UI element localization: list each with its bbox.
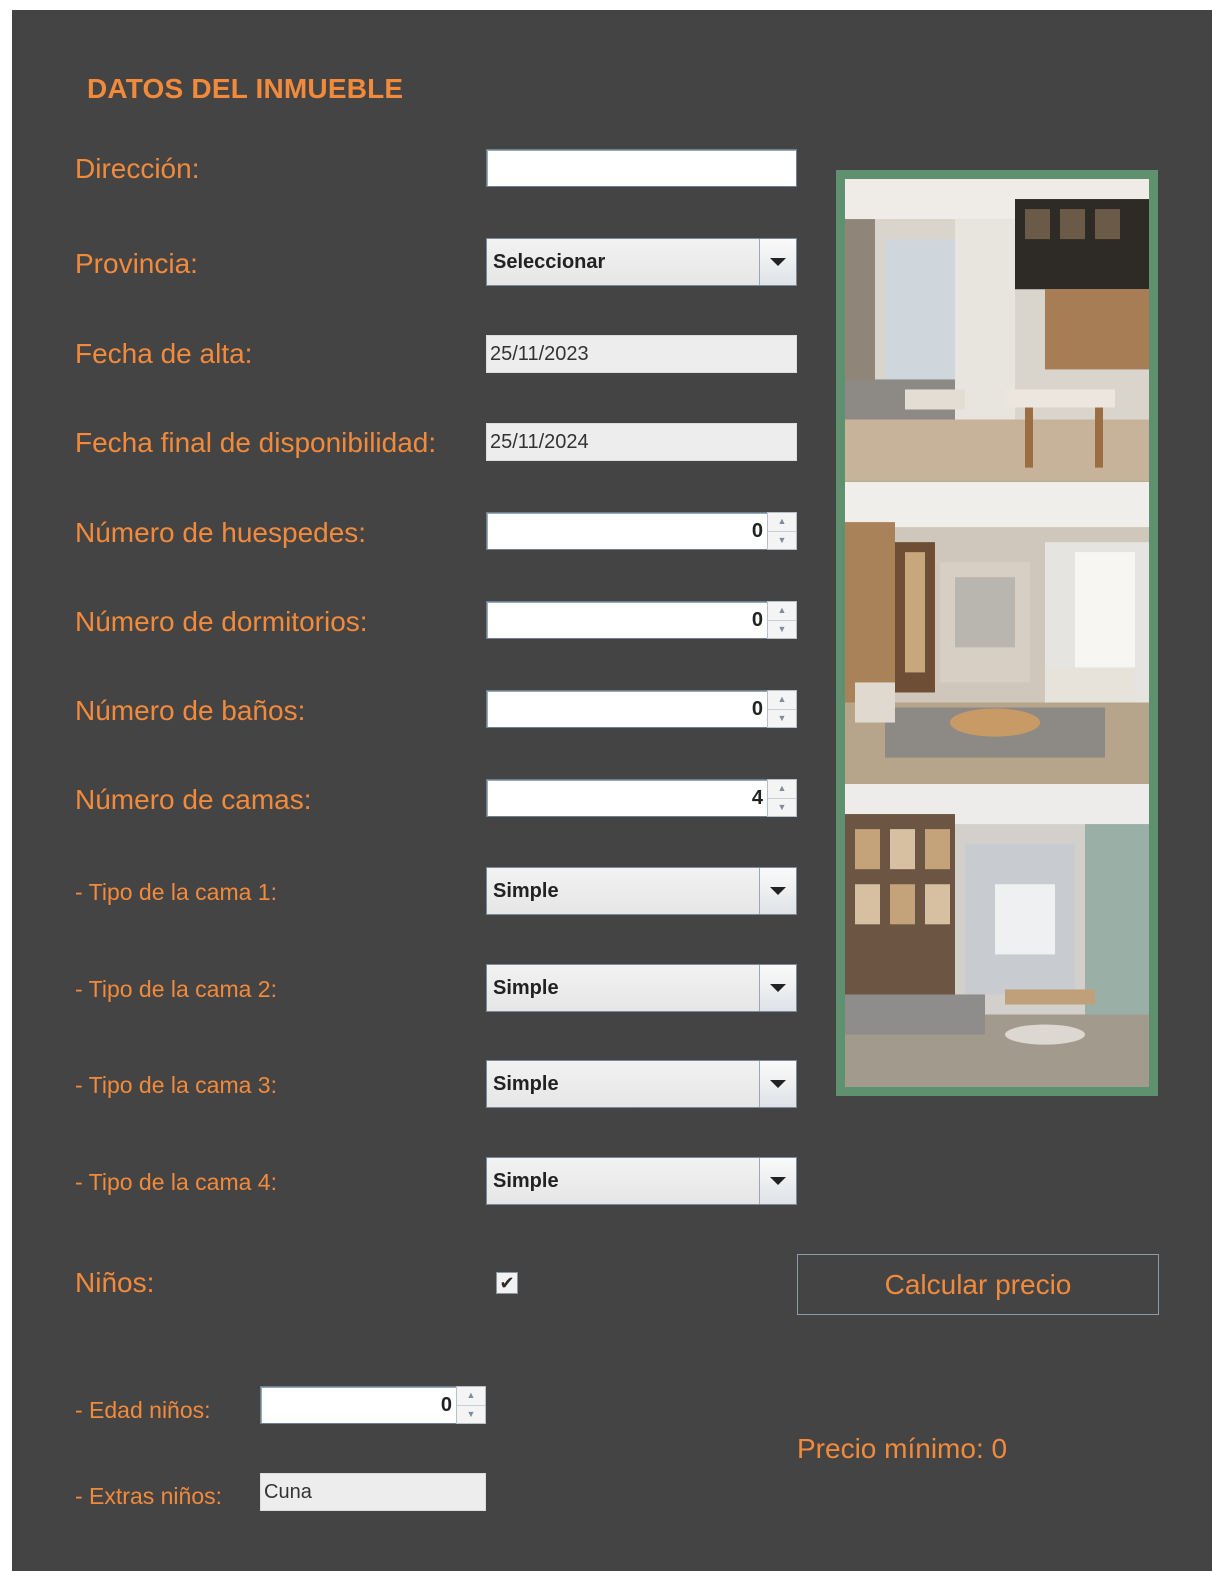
spinner-down-icon[interactable]: ▼ xyxy=(768,797,796,817)
edad-ninos-spinner[interactable]: 0 ▲ ▼ xyxy=(260,1386,486,1424)
spinner-up-icon[interactable]: ▲ xyxy=(768,691,796,709)
huespedes-spinner[interactable]: 0 ▲ ▼ xyxy=(486,512,797,550)
direccion-label: Dirección: xyxy=(75,153,200,184)
provincia-label: Provincia: xyxy=(75,248,198,279)
interior-photo-1 xyxy=(845,179,1149,482)
precio-minimo: Precio mínimo: 0 xyxy=(797,1433,1008,1464)
chevron-down-icon[interactable] xyxy=(759,1061,796,1107)
dormitorios-label: Número de dormitorios: xyxy=(75,606,368,637)
ninos-checkbox[interactable]: ✔ xyxy=(496,1272,518,1294)
huespedes-label: Número de huespedes: xyxy=(75,517,367,548)
spinner-up-icon[interactable]: ▲ xyxy=(768,602,796,620)
banos-spinner[interactable]: 0 ▲ ▼ xyxy=(486,690,797,728)
chevron-down-icon[interactable] xyxy=(759,1158,796,1204)
check-icon: ✔ xyxy=(499,1273,515,1293)
spinner-down-icon[interactable]: ▼ xyxy=(768,708,796,728)
tipo-cama-2-value: Simple xyxy=(487,965,759,1011)
section-title: DATOS DEL INMUEBLE xyxy=(87,73,404,104)
form-panel: DATOS DEL INMUEBLE Dirección: Provincia:… xyxy=(12,10,1212,1571)
tipo-cama-3-label: - Tipo de la cama 3: xyxy=(75,1072,277,1098)
chevron-down-icon[interactable] xyxy=(759,868,796,914)
spinner-down-icon[interactable]: ▼ xyxy=(768,619,796,639)
tipo-cama-4-select[interactable]: Simple xyxy=(486,1157,797,1205)
interior-photo-2 xyxy=(845,481,1149,785)
spinner-down-icon[interactable]: ▼ xyxy=(457,1404,485,1424)
camas-spinner[interactable]: 4 ▲ ▼ xyxy=(486,779,797,817)
spinner-up-icon[interactable]: ▲ xyxy=(768,513,796,531)
fecha-final-field[interactable]: 25/11/2024 xyxy=(486,423,797,461)
fecha-alta-field[interactable]: 25/11/2023 xyxy=(486,335,797,373)
edad-ninos-value[interactable]: 0 xyxy=(260,1386,456,1424)
tipo-cama-2-label: - Tipo de la cama 2: xyxy=(75,976,277,1002)
interior-photo-3 xyxy=(845,784,1149,1088)
spinner-up-icon[interactable]: ▲ xyxy=(457,1387,485,1405)
extras-ninos-field[interactable]: Cuna xyxy=(260,1473,486,1511)
tipo-cama-2-select[interactable]: Simple xyxy=(486,964,797,1012)
chevron-down-icon[interactable] xyxy=(759,965,796,1011)
chevron-down-icon[interactable] xyxy=(759,239,796,285)
property-image-gallery xyxy=(836,170,1158,1096)
direccion-input[interactable] xyxy=(486,149,797,187)
tipo-cama-1-value: Simple xyxy=(487,868,759,914)
camas-value[interactable]: 4 xyxy=(486,779,767,817)
dormitorios-value[interactable]: 0 xyxy=(486,601,767,639)
calcular-precio-button[interactable]: Calcular precio xyxy=(797,1254,1159,1315)
provincia-selected-value: Seleccionar xyxy=(487,239,759,285)
huespedes-value[interactable]: 0 xyxy=(486,512,767,550)
fecha-final-label: Fecha final de disponibilidad: xyxy=(75,427,437,458)
tipo-cama-1-select[interactable]: Simple xyxy=(486,867,797,915)
tipo-cama-3-value: Simple xyxy=(487,1061,759,1107)
extras-ninos-label: - Extras niños: xyxy=(75,1483,222,1509)
camas-label: Número de camas: xyxy=(75,784,312,815)
tipo-cama-4-label: - Tipo de la cama 4: xyxy=(75,1169,277,1195)
spinner-down-icon[interactable]: ▼ xyxy=(768,530,796,550)
tipo-cama-4-value: Simple xyxy=(487,1158,759,1204)
tipo-cama-3-select[interactable]: Simple xyxy=(486,1060,797,1108)
tipo-cama-1-label: - Tipo de la cama 1: xyxy=(75,879,277,905)
provincia-select[interactable]: Seleccionar xyxy=(486,238,797,286)
edad-ninos-label: - Edad niños: xyxy=(75,1397,211,1423)
fecha-alta-label: Fecha de alta: xyxy=(75,338,253,369)
dormitorios-spinner[interactable]: 0 ▲ ▼ xyxy=(486,601,797,639)
ninos-label: Niños: xyxy=(75,1267,155,1298)
banos-value[interactable]: 0 xyxy=(486,690,767,728)
banos-label: Número de baños: xyxy=(75,695,306,726)
spinner-up-icon[interactable]: ▲ xyxy=(768,780,796,798)
